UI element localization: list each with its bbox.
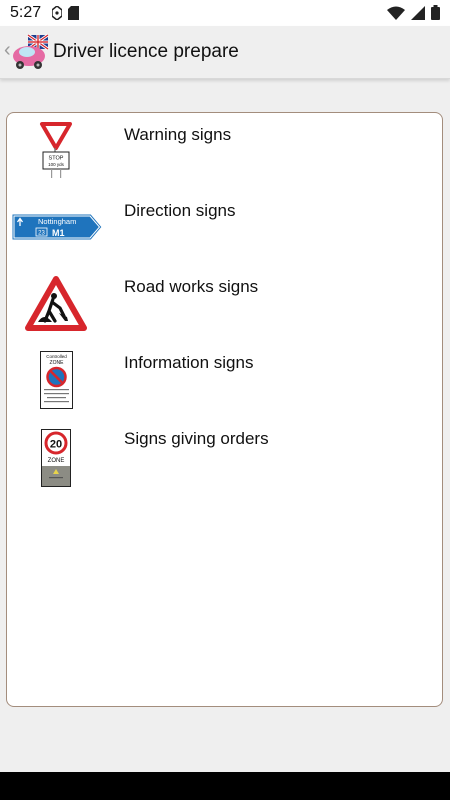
status-right-icons bbox=[387, 5, 440, 25]
app-bar: ‹ Driver licence prepare bbox=[0, 26, 450, 79]
status-bar: 5:27 bbox=[0, 0, 450, 26]
status-time: 5:27 bbox=[10, 4, 42, 21]
battery-icon bbox=[431, 5, 440, 25]
sign-text-speed: 20 bbox=[50, 439, 62, 451]
list-item-label: Direction signs bbox=[124, 201, 236, 220]
motorway-direction-sign-icon: Nottingham 23 M1 bbox=[11, 213, 103, 246]
list-item-warning-signs[interactable]: STOP 100 yds Warning signs bbox=[7, 113, 442, 189]
car-with-flag-logo[interactable] bbox=[12, 33, 50, 75]
list-item-label: Signs giving orders bbox=[124, 429, 269, 448]
sign-text-distance: 100 yds bbox=[48, 162, 65, 167]
sign-text-controlled: Controlled bbox=[46, 354, 67, 359]
sign-text-stop: STOP bbox=[49, 156, 64, 162]
sign-text-zone: ZONE bbox=[48, 458, 65, 464]
app-title: Driver licence prepare bbox=[53, 41, 239, 62]
list-item-label: Warning signs bbox=[124, 125, 232, 144]
chevron-left-icon[interactable]: ‹ bbox=[4, 40, 11, 60]
system-navigation-bar bbox=[0, 772, 450, 800]
list-item-road-works-signs[interactable]: Road works signs bbox=[7, 265, 442, 341]
controlled-zone-sign-icon: Controlled ZONE bbox=[40, 351, 73, 414]
nfc-icon bbox=[51, 5, 63, 25]
list-item-direction-signs[interactable]: Nottingham 23 M1 Direction signs bbox=[7, 189, 442, 265]
give-way-stop-sign-icon: STOP 100 yds bbox=[39, 121, 73, 184]
list-item-signs-giving-orders[interactable]: 20 ZONE Signs giving orders bbox=[7, 417, 442, 493]
sim-card-icon bbox=[68, 6, 79, 25]
cellular-signal-icon bbox=[411, 5, 425, 25]
categories-list: STOP 100 yds Warning signs Nottingham 23… bbox=[6, 112, 443, 707]
sign-text-junction: 23 bbox=[38, 231, 45, 237]
sign-text-motorway: M1 bbox=[52, 228, 65, 238]
list-item-label: Road works signs bbox=[124, 277, 259, 296]
list-item-label: Information signs bbox=[124, 353, 254, 372]
sign-text-zone: ZONE bbox=[50, 360, 65, 366]
20-zone-sign-icon: 20 ZONE bbox=[41, 429, 71, 492]
road-works-sign-icon bbox=[24, 275, 88, 338]
list-item-information-signs[interactable]: Controlled ZONE Information signs bbox=[7, 341, 442, 417]
wifi-icon bbox=[387, 6, 405, 25]
sign-text-destination: Nottingham bbox=[38, 217, 76, 226]
status-left-icons bbox=[51, 5, 79, 25]
